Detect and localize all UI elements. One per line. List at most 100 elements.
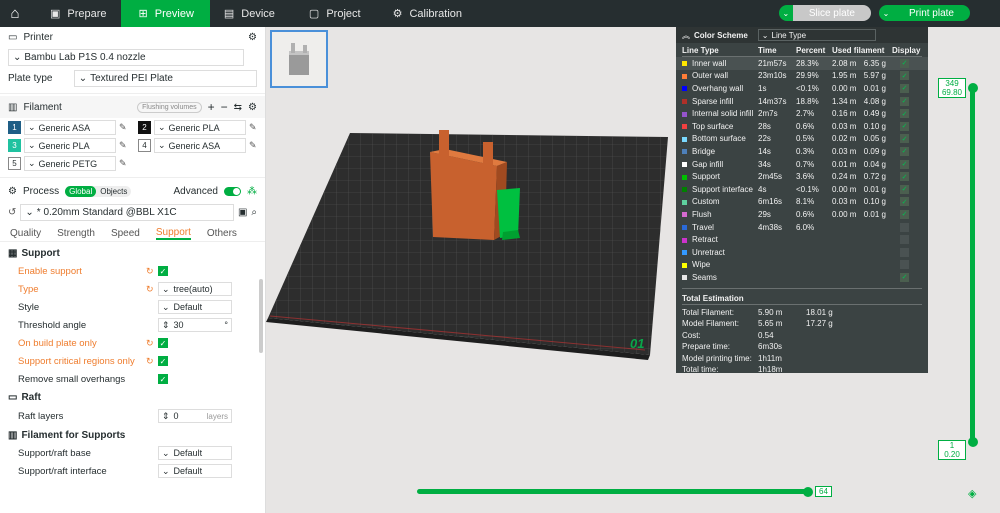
reset-icon[interactable]: ↻ bbox=[146, 284, 154, 295]
legend-row[interactable]: Inner wall 21m57s 28.3% 2.08 m 6.35 g ✓ bbox=[676, 57, 928, 70]
layer-slider-top-handle[interactable] bbox=[967, 83, 978, 93]
raft-base-select[interactable]: ⌄ Default bbox=[158, 446, 232, 460]
display-checkbox[interactable]: ✓ bbox=[900, 96, 909, 106]
raft-interface-select[interactable]: ⌄ Default bbox=[158, 464, 232, 478]
sync-icon[interactable]: ⇆ bbox=[234, 102, 242, 113]
display-checkbox[interactable]: ✓ bbox=[900, 83, 909, 93]
edit-icon[interactable]: ✎ bbox=[119, 140, 127, 151]
filament-item-1[interactable]: 1 ⌄ Generic ASA ✎ bbox=[8, 120, 138, 135]
legend-row[interactable]: Wipe bbox=[676, 259, 928, 272]
support-type-select[interactable]: ⌄ tree(auto) bbox=[158, 282, 232, 296]
edit-icon[interactable]: ✎ bbox=[119, 122, 127, 133]
objects-tab[interactable]: Objects bbox=[96, 186, 131, 197]
reset-icon[interactable]: ↻ bbox=[146, 266, 154, 277]
support-style-select[interactable]: ⌄ Default bbox=[158, 300, 232, 314]
layers-icon[interactable]: ◈ bbox=[968, 487, 976, 500]
edit-icon[interactable]: ✎ bbox=[119, 158, 127, 169]
stepper-icon[interactable]: ⇕ bbox=[162, 411, 170, 422]
tab-strength[interactable]: Strength bbox=[57, 228, 95, 239]
remove-icon[interactable]: − bbox=[221, 100, 228, 114]
display-checkbox[interactable]: ✓ bbox=[900, 134, 909, 144]
legend-row[interactable]: Unretract bbox=[676, 246, 928, 259]
tab-prepare[interactable]: ▣ Prepare bbox=[30, 0, 121, 27]
display-checkbox[interactable]: ✓ bbox=[900, 71, 909, 81]
process-preset-select[interactable]: ⌄ * 0.20mm Standard @BBL X1C bbox=[20, 204, 234, 221]
display-checkbox[interactable] bbox=[900, 222, 909, 232]
raft-layers-stepper[interactable]: ⇕ 0 layers bbox=[158, 409, 232, 423]
add-icon[interactable]: + bbox=[208, 100, 215, 114]
gear-icon[interactable]: ⚙ bbox=[248, 32, 257, 43]
filament-select[interactable]: ⌄ Generic PETG bbox=[24, 156, 116, 171]
critical-regions-checkbox[interactable]: ✓ bbox=[158, 356, 168, 366]
legend-row[interactable]: Custom 6m16s 8.1% 0.03 m 0.10 g ✓ bbox=[676, 196, 928, 209]
collapse-icon[interactable]: ︽ bbox=[682, 30, 690, 41]
plate-type-select[interactable]: ⌄ Textured PEI Plate bbox=[73, 70, 257, 87]
display-checkbox[interactable]: ✓ bbox=[900, 197, 909, 207]
move-slider[interactable] bbox=[417, 486, 813, 497]
legend-row[interactable]: Bottom surface 22s 0.5% 0.02 m 0.05 g ✓ bbox=[676, 133, 928, 146]
legend-row[interactable]: Outer wall 23m10s 29.9% 1.95 m 5.97 g ✓ bbox=[676, 70, 928, 83]
tab-others[interactable]: Others bbox=[207, 228, 237, 239]
display-checkbox[interactable]: ✓ bbox=[900, 159, 909, 169]
filament-item-3[interactable]: 3 ⌄ Generic PLA ✎ bbox=[8, 138, 138, 153]
slice-plate-button[interactable]: ⌄ Slice plate bbox=[778, 5, 871, 21]
filament-select[interactable]: ⌄ Generic PLA bbox=[154, 120, 246, 135]
display-checkbox[interactable]: ✓ bbox=[900, 209, 909, 219]
global-tab[interactable]: Global bbox=[65, 185, 97, 197]
legend-row[interactable]: Top surface 28s 0.6% 0.03 m 0.10 g ✓ bbox=[676, 120, 928, 133]
layer-slider[interactable] bbox=[967, 83, 978, 447]
reset-icon[interactable]: ↻ bbox=[146, 356, 154, 367]
flushing-volumes-button[interactable]: Flushing volumes bbox=[137, 101, 202, 113]
global-objects-switch[interactable]: Global Objects bbox=[65, 185, 132, 197]
threshold-angle-stepper[interactable]: ⇕ 30 ° bbox=[158, 318, 232, 332]
legend-row[interactable]: Support 2m45s 3.6% 0.24 m 0.72 g ✓ bbox=[676, 170, 928, 183]
display-checkbox[interactable] bbox=[900, 235, 909, 245]
legend-row[interactable]: Seams ✓ bbox=[676, 271, 928, 284]
settings-scrollbar[interactable] bbox=[259, 279, 263, 353]
undo-icon[interactable]: ↺ bbox=[8, 207, 16, 218]
filament-item-4[interactable]: 4 ⌄ Generic ASA ✎ bbox=[138, 138, 265, 153]
reset-icon[interactable]: ↻ bbox=[146, 338, 154, 349]
tab-calibration[interactable]: ⚙ Calibration bbox=[375, 0, 476, 27]
printer-select[interactable]: ⌄ Bambu Lab P1S 0.4 nozzle bbox=[8, 49, 244, 66]
legend-row[interactable]: Travel 4m38s 6.0% bbox=[676, 221, 928, 234]
filament-select[interactable]: ⌄ Generic ASA bbox=[154, 138, 246, 153]
save-icon[interactable]: ▣ bbox=[238, 207, 247, 218]
move-slider-handle[interactable] bbox=[803, 486, 813, 497]
legend-row[interactable]: Overhang wall 1s <0.1% 0.00 m 0.01 g ✓ bbox=[676, 82, 928, 95]
legend-row[interactable]: Gap infill 34s 0.7% 0.01 m 0.04 g ✓ bbox=[676, 158, 928, 171]
legend-row[interactable]: Support interface 4s <0.1% 0.00 m 0.01 g ✓ bbox=[676, 183, 928, 196]
legend-row[interactable]: Sparse infill 14m37s 18.8% 1.34 m 4.08 g ✓ bbox=[676, 95, 928, 108]
edit-icon[interactable]: ✎ bbox=[249, 140, 257, 151]
display-checkbox[interactable]: ✓ bbox=[900, 272, 909, 282]
edit-icon[interactable]: ✎ bbox=[249, 122, 257, 133]
color-scheme-select[interactable]: ⌄ Line Type bbox=[757, 29, 876, 41]
display-checkbox[interactable] bbox=[900, 260, 909, 270]
display-checkbox[interactable]: ✓ bbox=[900, 109, 909, 119]
legend-row[interactable]: Retract bbox=[676, 233, 928, 246]
print-plate-button[interactable]: ⌄ Print plate bbox=[878, 5, 970, 21]
legend-row[interactable]: Flush 29s 0.6% 0.00 m 0.01 g ✓ bbox=[676, 208, 928, 221]
tab-support[interactable]: Support bbox=[155, 227, 191, 240]
display-checkbox[interactable]: ✓ bbox=[900, 121, 909, 131]
tab-preview[interactable]: ⊞ Preview bbox=[120, 0, 210, 27]
filament-select[interactable]: ⌄ Generic ASA bbox=[24, 120, 116, 135]
home-icon[interactable]: ⌂ bbox=[0, 0, 30, 27]
tab-project[interactable]: ▢ Project bbox=[289, 0, 375, 27]
tab-speed[interactable]: Speed bbox=[111, 228, 140, 239]
tab-quality[interactable]: Quality bbox=[10, 228, 41, 239]
remove-small-overhangs-checkbox[interactable]: ✓ bbox=[158, 374, 168, 384]
enable-support-checkbox[interactable]: ✓ bbox=[158, 266, 168, 276]
gear-icon[interactable]: ⚙ bbox=[248, 102, 257, 113]
filament-select[interactable]: ⌄ Generic PLA bbox=[24, 138, 116, 153]
chevron-down-icon[interactable]: ⌄ bbox=[878, 5, 893, 21]
build-plate-only-checkbox[interactable]: ✓ bbox=[158, 338, 168, 348]
advanced-toggle[interactable] bbox=[224, 186, 241, 196]
display-checkbox[interactable]: ✓ bbox=[900, 146, 909, 156]
legend-row[interactable]: Internal solid infill 2m7s 2.7% 0.16 m 0.49 … bbox=[676, 107, 928, 120]
display-checkbox[interactable]: ✓ bbox=[900, 58, 909, 68]
plate-thumbnail[interactable] bbox=[270, 30, 328, 88]
filament-item-5[interactable]: 5 ⌄ Generic PETG ✎ bbox=[8, 156, 138, 171]
stepper-icon[interactable]: ⇕ bbox=[162, 320, 170, 331]
tab-device[interactable]: ▤ Device bbox=[210, 0, 289, 27]
